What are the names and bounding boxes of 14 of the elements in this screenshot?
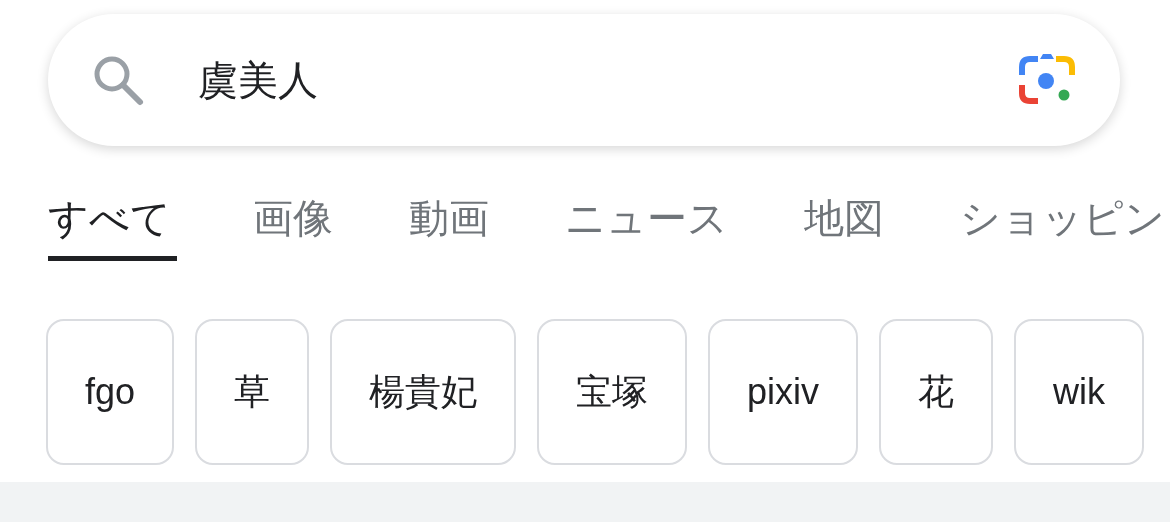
suggestion-chip[interactable]: pixiv	[708, 319, 859, 465]
tab[interactable]: すべて	[48, 194, 177, 261]
suggestion-chip[interactable]: 花	[879, 319, 994, 465]
tab[interactable]: 画像	[213, 194, 333, 261]
tab[interactable]: ショッピン	[920, 194, 1165, 261]
suggestion-chip[interactable]: 宝塚	[537, 319, 688, 465]
tab[interactable]: 地図	[764, 194, 884, 261]
search-field[interactable]: 虞美人	[198, 57, 1018, 103]
tab[interactable]: 動画	[369, 194, 489, 261]
suggestion-chip[interactable]: wik	[1014, 319, 1145, 465]
tab[interactable]: ニュース	[525, 194, 728, 261]
suggestion-chip[interactable]: fgo	[46, 319, 175, 465]
suggestion-chip[interactable]: 草	[195, 319, 310, 465]
suggestion-chip[interactable]: 楊貴妃	[330, 319, 517, 465]
